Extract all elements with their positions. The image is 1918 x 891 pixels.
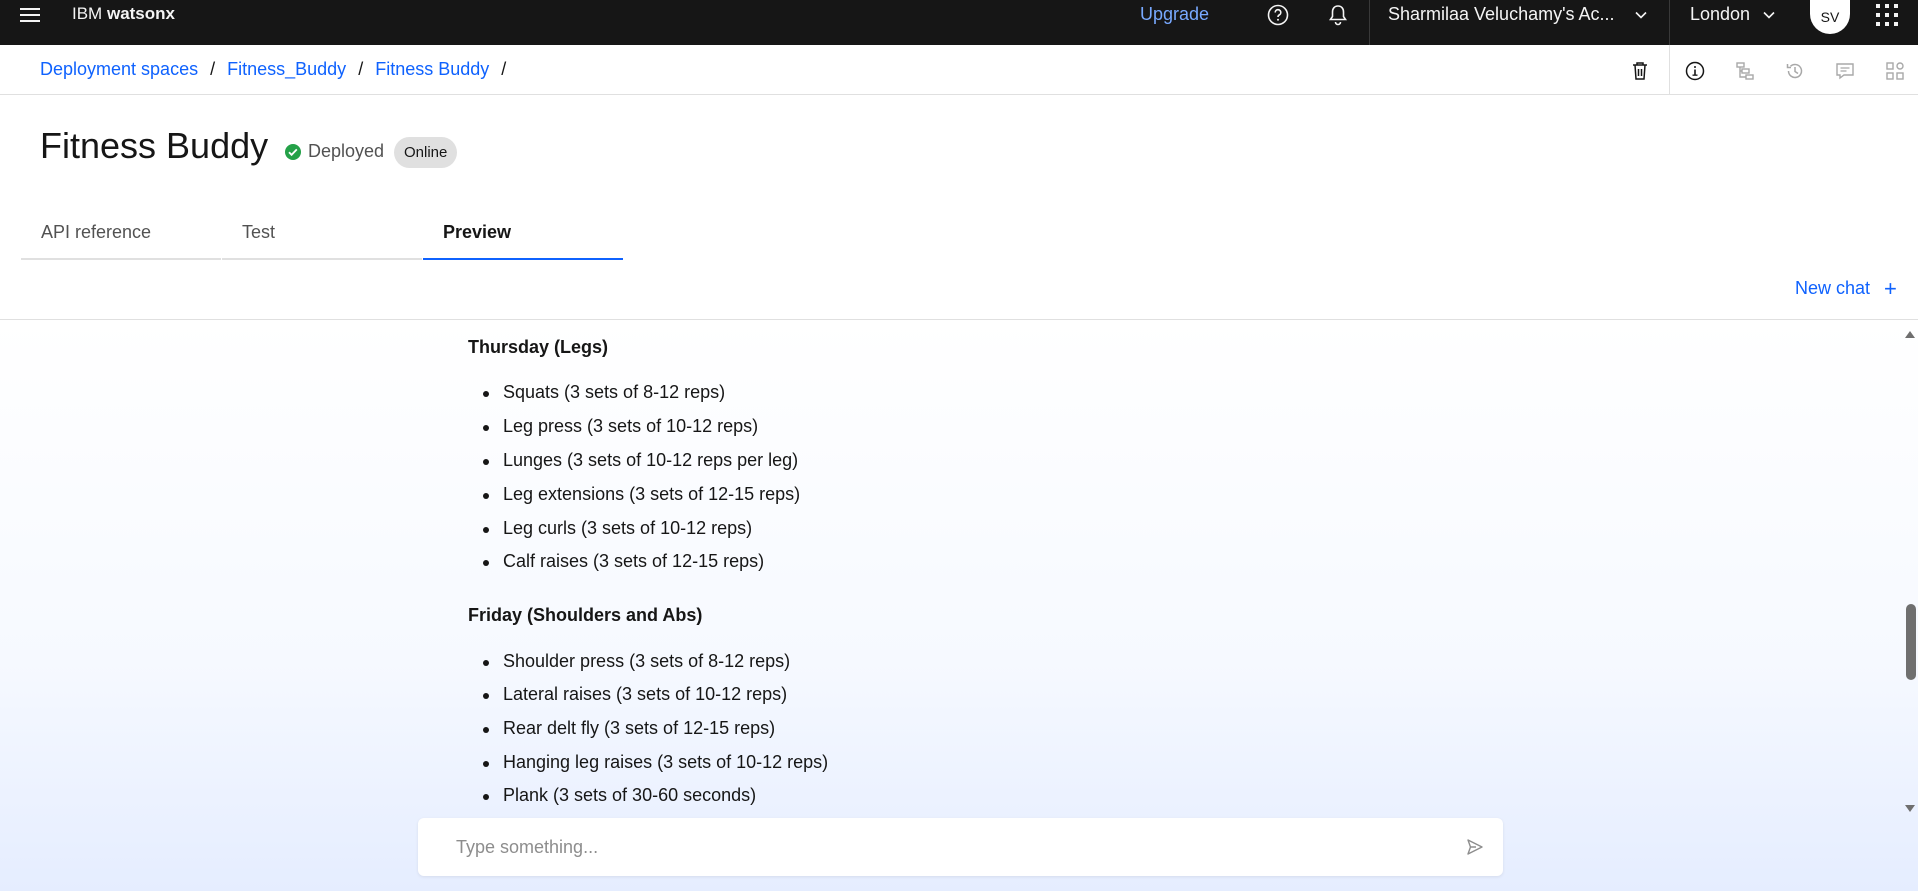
list-item: Leg curls (3 sets of 10-12 reps) <box>482 518 753 538</box>
history-icon[interactable] <box>1780 56 1810 86</box>
scroll-down-arrow-icon[interactable] <box>1904 801 1916 819</box>
breadcrumb-space[interactable]: Fitness_Buddy <box>227 59 346 80</box>
chat-messages-area[interactable]: Thursday (Legs) Squats (3 sets of 8-12 r… <box>0 319 1918 891</box>
toolbar-divider <box>1669 45 1670 95</box>
deployment-status: Deployed <box>284 141 384 162</box>
info-icon[interactable] <box>1680 56 1710 86</box>
app-switcher-icon[interactable] <box>1874 2 1900 33</box>
list-item: Hanging leg raises (3 sets of 10-12 reps… <box>482 752 829 772</box>
tab-test[interactable]: Test <box>222 222 422 260</box>
account-chevron-down-icon[interactable] <box>1634 8 1648 27</box>
account-switcher[interactable]: Sharmilaa Veluchamy's Ac... <box>1388 4 1615 25</box>
brand-prefix: IBM <box>72 4 103 23</box>
breadcrumb-separator: / <box>210 59 216 79</box>
notification-bell-icon[interactable] <box>1320 0 1356 30</box>
new-chat-label: New chat <box>1795 278 1871 298</box>
chat-input[interactable] <box>456 818 1436 876</box>
list-item: Plank (3 sets of 30-60 seconds) <box>482 785 757 805</box>
list-item: Lunges (3 sets of 10-12 reps per leg) <box>482 450 799 470</box>
topbar-divider <box>1669 0 1670 45</box>
help-icon[interactable] <box>1260 0 1296 30</box>
grid-icon[interactable] <box>1880 56 1910 86</box>
list-item: Squats (3 sets of 8-12 reps) <box>482 382 726 402</box>
breadcrumb: Deployment spaces / Fitness_Buddy / Fitn… <box>40 59 518 80</box>
list-item: Calf raises (3 sets of 12-15 reps) <box>482 551 765 571</box>
hierarchy-icon[interactable] <box>1730 56 1760 86</box>
region-switcher[interactable]: London <box>1690 4 1750 25</box>
list-item: Lateral raises (3 sets of 10-12 reps) <box>482 684 788 704</box>
chat-input-container <box>418 818 1503 876</box>
list-item: Shoulder press (3 sets of 8-12 reps) <box>482 651 791 671</box>
breadcrumb-deployment-spaces[interactable]: Deployment spaces <box>40 59 198 80</box>
brand-name: watsonx <box>106 4 175 23</box>
new-chat-button[interactable]: New chat + <box>1795 275 1897 301</box>
breadcrumb-bar: Deployment spaces / Fitness_Buddy / Fitn… <box>0 45 1918 95</box>
send-icon[interactable] <box>1463 835 1487 859</box>
plus-icon: + <box>1884 275 1897 301</box>
breadcrumb-separator: / <box>501 59 507 79</box>
comment-icon[interactable] <box>1830 56 1860 86</box>
list-item: Leg extensions (3 sets of 12-15 reps) <box>482 484 801 504</box>
trash-icon[interactable] <box>1625 56 1655 86</box>
breadcrumb-deployment[interactable]: Fitness Buddy <box>375 59 489 80</box>
tab-preview[interactable]: Preview <box>423 222 623 260</box>
tab-api-reference[interactable]: API reference <box>21 222 221 260</box>
top-navigation-bar: IBM watsonx Upgrade Sharmilaa Veluchamy'… <box>0 0 1918 45</box>
scrollbar-thumb[interactable] <box>1906 604 1916 680</box>
list-item: Rear delt fly (3 sets of 12-15 reps) <box>482 718 776 738</box>
status-badge: Online <box>394 137 458 168</box>
checkmark-filled-icon <box>285 143 301 160</box>
user-avatar[interactable]: SV <box>1810 0 1850 34</box>
section-title: Friday (Shoulders and Abs) <box>468 605 703 625</box>
scroll-up-arrow-icon[interactable] <box>1904 326 1916 344</box>
region-chevron-down-icon[interactable] <box>1762 8 1776 27</box>
breadcrumb-separator: / <box>358 59 364 79</box>
status-label: Deployed <box>308 141 385 161</box>
page-title: Fitness Buddy <box>40 125 269 166</box>
upgrade-link[interactable]: Upgrade <box>1140 4 1209 25</box>
hamburger-menu-icon[interactable] <box>12 0 48 30</box>
list-item: Leg press (3 sets of 10-12 reps) <box>482 416 759 436</box>
section-title: Thursday (Legs) <box>468 337 609 357</box>
topbar-divider <box>1369 0 1370 45</box>
product-logo[interactable]: IBM watsonx <box>72 4 175 24</box>
